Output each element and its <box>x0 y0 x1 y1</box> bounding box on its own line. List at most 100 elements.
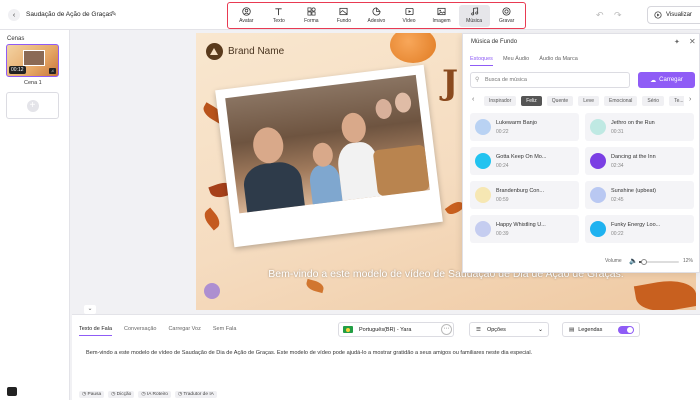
track-item[interactable]: Funky Energy Loo... 00:22 <box>585 215 694 243</box>
track-cover-icon <box>590 221 606 237</box>
volume-value: 12% <box>683 258 694 264</box>
track-duration: 00:59 <box>496 197 509 203</box>
chevron-down-icon: ⌄ <box>537 327 543 333</box>
record-icon <box>502 7 511 16</box>
tool-label: Texto <box>272 18 285 24</box>
project-title[interactable]: Saudação de Ação de Graças <box>26 11 112 18</box>
tool-label: Fundo <box>336 18 351 24</box>
track-duration: 00:22 <box>611 231 624 237</box>
tab-text-to-speech[interactable]: Texto de Fala <box>79 326 113 336</box>
diction-label: Dicção <box>116 392 132 397</box>
tab-no-speech[interactable]: Sem Fala <box>213 326 237 336</box>
tool-image[interactable]: Imagem <box>426 5 457 27</box>
mood-chip[interactable]: Quente <box>546 96 574 106</box>
leaf-decoration <box>633 276 696 310</box>
undo-icon[interactable]: ↶ <box>596 10 604 21</box>
diction-button[interactable]: ◷ Dicção <box>108 391 135 398</box>
subtitles-toggle[interactable] <box>618 326 634 334</box>
track-item[interactable]: Sunshine (upbeat) 02:45 <box>585 181 694 209</box>
scene-thumbnail[interactable]: 00:12 ♫ <box>6 44 59 77</box>
tool-label: Imagem <box>432 18 451 24</box>
tool-background[interactable]: Fundo <box>328 5 359 27</box>
track-name: Lukewarm Banjo <box>496 120 537 126</box>
ai-translator-button[interactable]: ◷ Tradutor de IA <box>174 391 217 398</box>
track-item[interactable]: Happy Whistling U... 00:39 <box>470 215 579 243</box>
tab-my-audio[interactable]: Meu Áudio <box>503 56 529 66</box>
mood-chip[interactable]: Te... <box>669 96 684 106</box>
tool-sticker[interactable]: Adesivo <box>361 5 392 27</box>
tab-conversation[interactable]: Conversação <box>124 326 156 336</box>
voice-tabs: Texto de Fala Conversação Carregar Voz S… <box>79 326 248 336</box>
mood-chip[interactable]: Inspirador <box>484 96 517 106</box>
mood-chip[interactable]: Sério <box>642 96 665 106</box>
scenes-heading: Cenas <box>7 36 25 42</box>
panel-title: Música de Fundo <box>471 39 518 45</box>
track-name: Brandenburg Con... <box>496 188 545 194</box>
chat-icon[interactable] <box>7 387 17 396</box>
scene-preview-image <box>23 50 45 66</box>
leaf-decoration <box>200 207 224 231</box>
tool-music[interactable]: Música <box>458 4 490 27</box>
pencil-icon[interactable]: ✎ <box>111 10 117 18</box>
more-icon[interactable]: ⋯ <box>441 324 452 335</box>
add-scene-button[interactable]: + <box>6 92 59 119</box>
person-face <box>374 98 393 120</box>
voice-language-select[interactable]: Português(BR) - Yara <box>338 322 454 337</box>
mood-chip[interactable]: Leve <box>578 96 600 106</box>
music-icon <box>470 7 478 16</box>
tool-label: Música <box>466 18 483 24</box>
volume-label: Volume <box>605 258 622 264</box>
chevron-right-icon[interactable]: › <box>689 96 691 103</box>
chevron-left-icon[interactable]: ‹ <box>472 96 474 103</box>
tab-upload-voice[interactable]: Carregar Voz <box>168 326 200 336</box>
arrow-left-icon[interactable]: ‹ <box>8 9 20 21</box>
tool-record[interactable]: Gravar <box>491 5 522 27</box>
tab-stock[interactable]: Estoques <box>470 56 493 66</box>
redo-icon[interactable]: ↷ <box>614 10 622 21</box>
image-icon <box>437 7 446 16</box>
top-bar: ‹ Saudação de Ação de Graças ✎ Avatar Te… <box>0 0 700 30</box>
track-duration: 00:24 <box>496 163 509 169</box>
subtitles-label: Legendas <box>578 326 603 333</box>
track-cover-icon <box>590 187 606 203</box>
ai-script-button[interactable]: ◷ IA Roteiro <box>138 391 171 398</box>
voice-language-value: Português(BR) - Yara <box>359 326 412 333</box>
track-duration: 00:39 <box>496 231 509 237</box>
track-item[interactable]: Dancing at the Inn 02:34 <box>585 147 694 175</box>
script-textarea[interactable]: Bem-vindo a este modelo de vídeo de Saud… <box>86 349 686 357</box>
track-item[interactable]: Gotta Keep On Mo... 00:24 <box>470 147 579 175</box>
options-label: Opções <box>486 326 506 333</box>
brand-block[interactable]: Brand Name <box>206 43 284 60</box>
sticker-icon <box>372 7 381 16</box>
pin-icon[interactable]: ✦ <box>674 38 680 46</box>
ai-translator-label: Tradutor de IA <box>183 392 214 397</box>
mood-chip[interactable]: Emocional <box>604 96 638 106</box>
tool-avatar[interactable]: Avatar <box>231 5 262 27</box>
volume-slider[interactable] <box>639 259 679 265</box>
track-item[interactable]: Lukewarm Banjo 00:22 <box>470 113 579 141</box>
preview-button[interactable]: Visualizar <box>647 6 700 24</box>
track-duration: 00:22 <box>496 129 509 135</box>
speaker-icon[interactable]: 🔈 <box>629 257 638 265</box>
tool-shape[interactable]: Forma <box>296 5 327 27</box>
sliders-icon: ☰ <box>476 326 481 333</box>
upload-button[interactable]: ☁ Carregar <box>638 72 695 88</box>
tool-text[interactable]: Texto <box>263 5 294 27</box>
options-select[interactable]: ☰ Opções ⌄ <box>469 322 549 337</box>
chevron-down-icon[interactable]: ⌄ <box>84 305 96 314</box>
close-icon[interactable]: ✕ <box>689 37 696 46</box>
track-item[interactable]: Jethro on the Run 00:31 <box>585 113 694 141</box>
volume-knob[interactable] <box>640 259 647 265</box>
track-item[interactable]: Brandenburg Con... 00:59 <box>470 181 579 209</box>
background-icon <box>339 7 348 16</box>
pause-button[interactable]: ◷ Pausa <box>79 391 105 398</box>
tab-brand-audio[interactable]: Áudio da Marca <box>539 56 578 66</box>
person-figure <box>241 159 306 214</box>
family-photo-frame[interactable] <box>215 64 443 248</box>
music-search-input[interactable] <box>485 73 625 87</box>
tool-video[interactable]: Vídeo <box>394 5 425 27</box>
eye-icon <box>654 11 662 19</box>
track-cover-icon <box>475 119 491 135</box>
track-name: Funky Energy Loo... <box>611 222 661 228</box>
mood-chip[interactable]: Feliz <box>521 96 542 106</box>
